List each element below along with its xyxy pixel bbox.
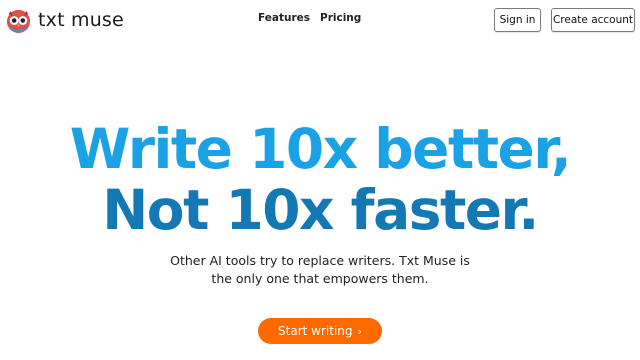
chevron-right-icon: ›	[357, 324, 362, 338]
top-header: txt muse Features Pricing Sign in Create…	[0, 0, 640, 40]
hero-subtitle-line-1: Other AI tools try to replace writers. T…	[170, 253, 470, 268]
main-nav: Features Pricing	[258, 12, 361, 24]
hero-headline-line-1: Write 10x better,	[69, 117, 572, 181]
hero-subtitle-line-2: the only one that empowers them.	[211, 271, 429, 286]
hero-headline-line-2: Not 10x faster.	[102, 178, 539, 242]
brand-name: txt muse	[38, 9, 124, 31]
sign-in-button[interactable]: Sign in	[494, 8, 541, 32]
owl-icon	[6, 9, 31, 33]
start-writing-label: Start writing	[278, 324, 353, 338]
nav-link-features[interactable]: Features	[258, 12, 310, 24]
create-account-button[interactable]: Create account	[551, 8, 635, 32]
start-writing-button[interactable]: Start writing ›	[258, 318, 382, 344]
landing-page: txt muse Features Pricing Sign in Create…	[0, 0, 640, 360]
hero-subtitle: Other AI tools try to replace writers. T…	[0, 252, 640, 288]
brand-home-link[interactable]: txt muse	[6, 6, 124, 34]
nav-link-pricing[interactable]: Pricing	[320, 12, 361, 24]
